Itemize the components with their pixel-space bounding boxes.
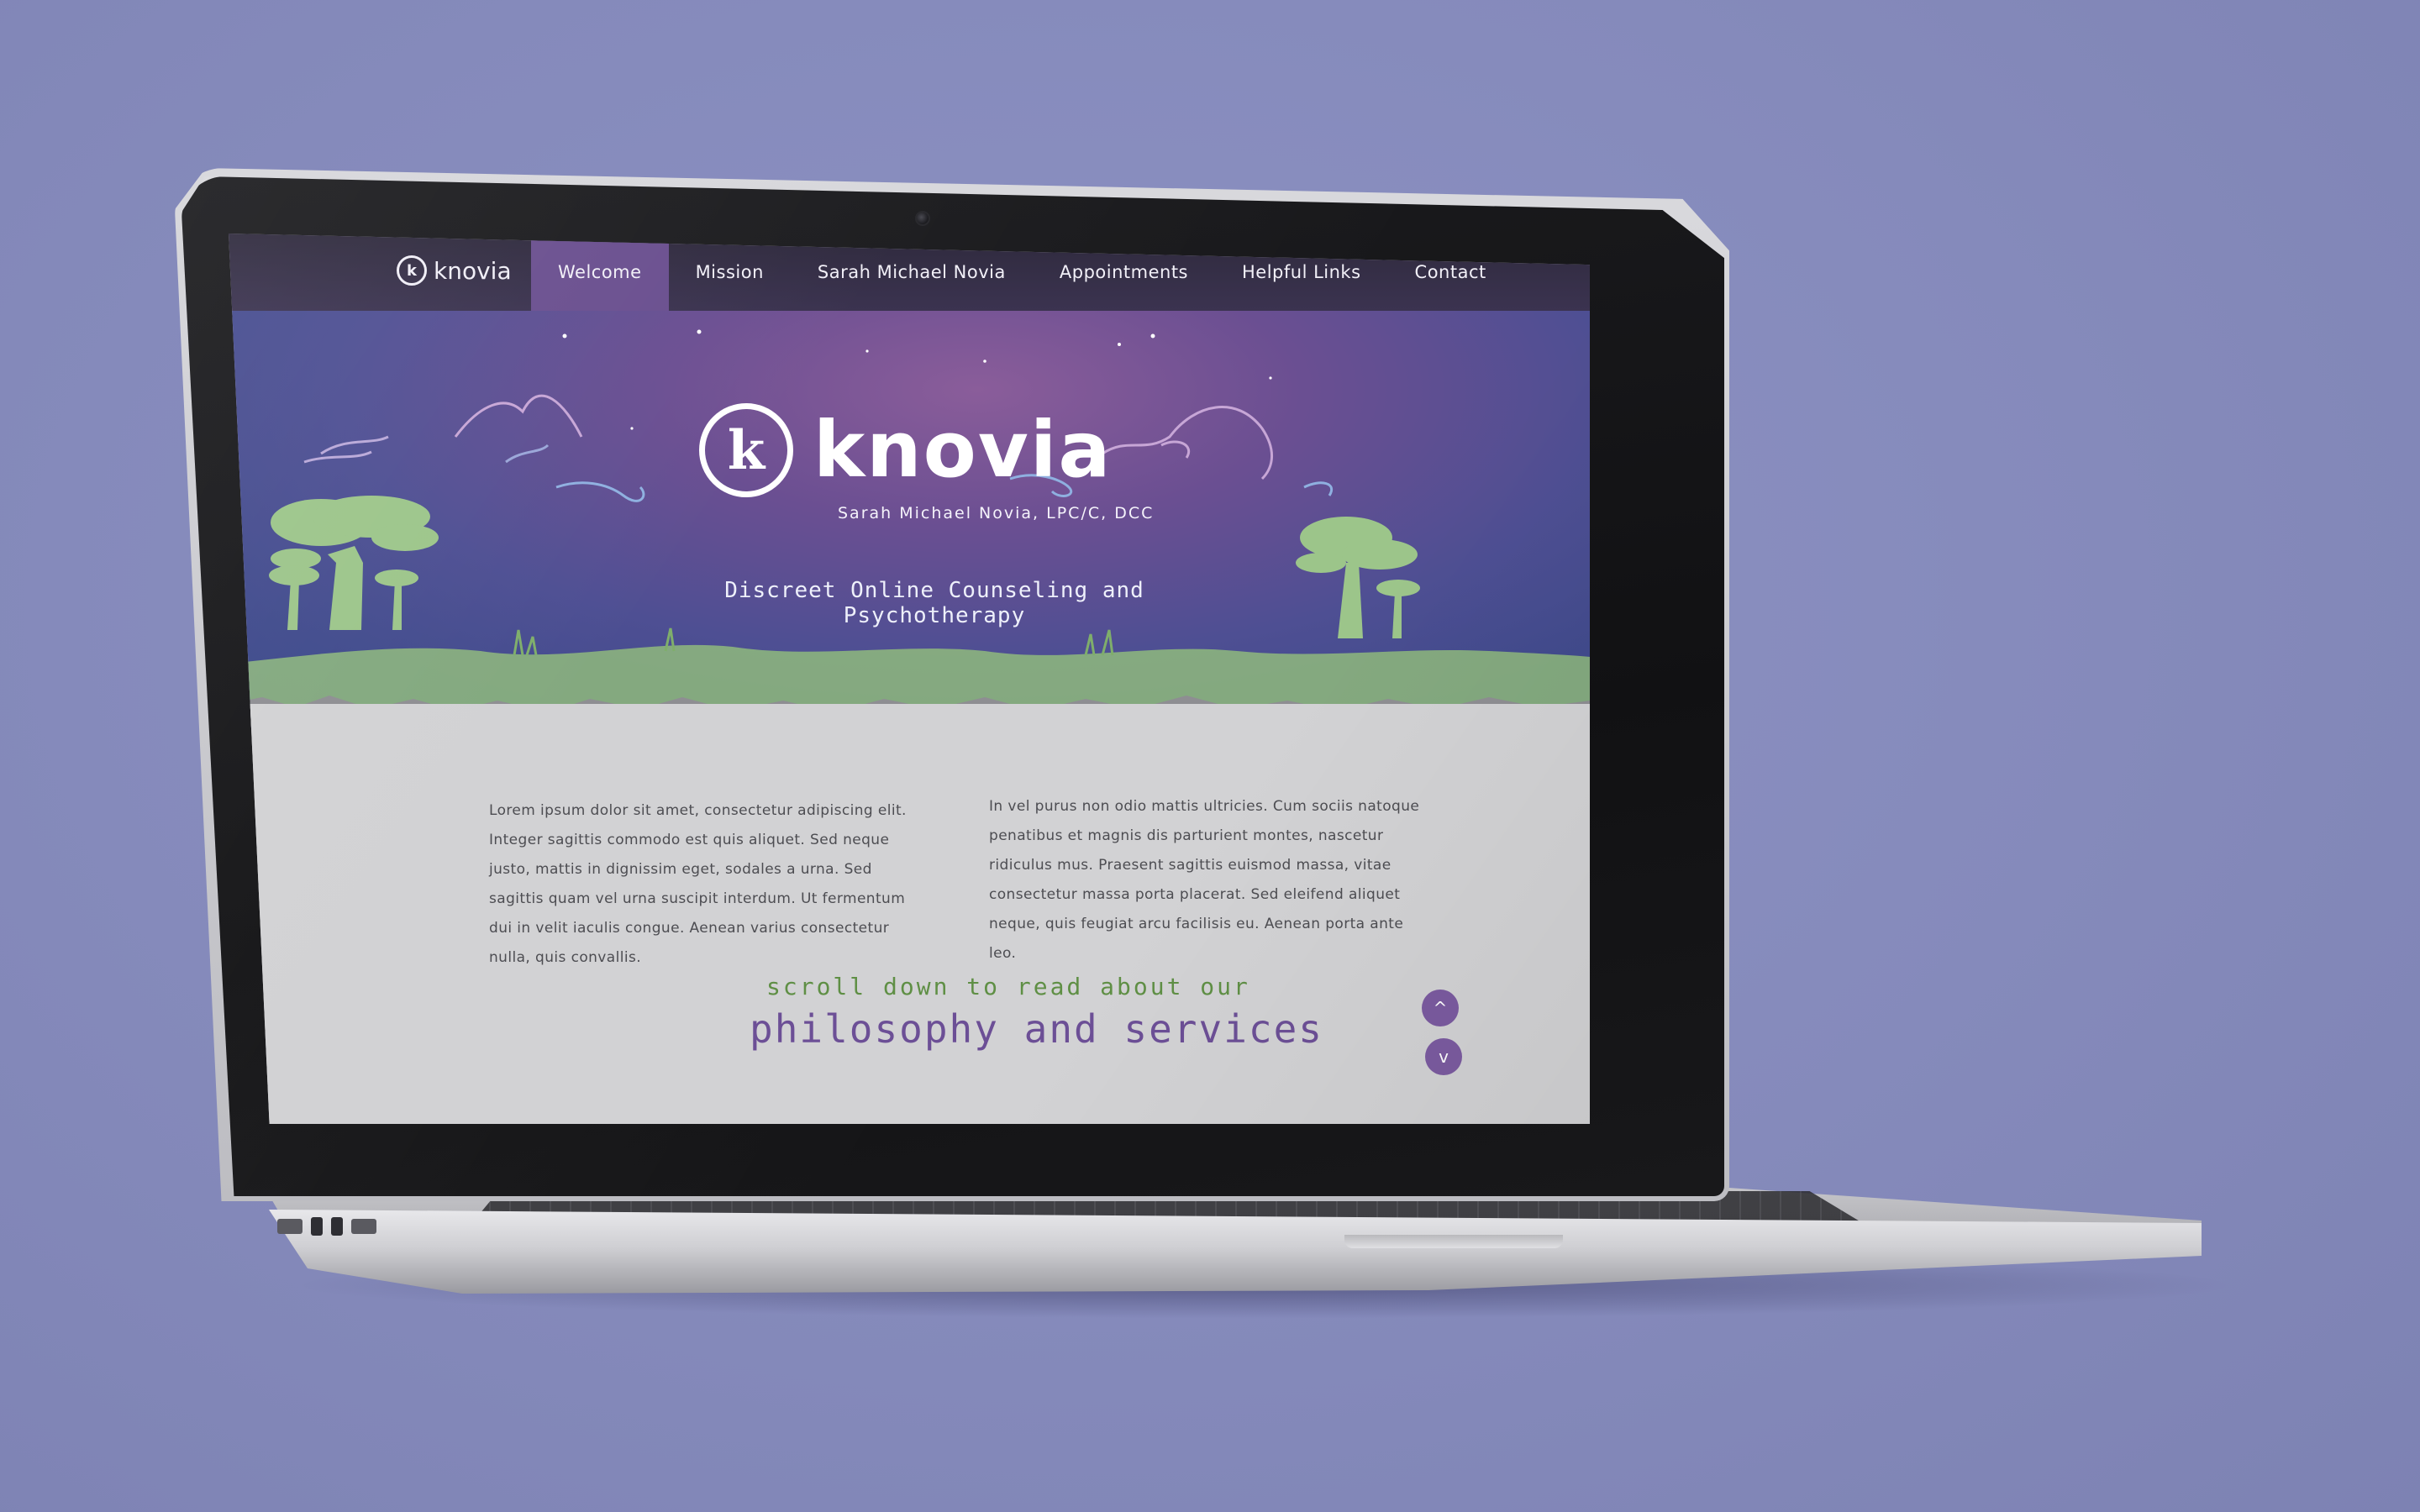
scroll-up-button[interactable]: ^ xyxy=(1422,990,1459,1026)
hero-subtitle: Sarah Michael Novia, LPC/C, DCC xyxy=(838,504,1155,522)
chevron-up-icon: ^ xyxy=(1433,998,1448,1018)
star-icon xyxy=(983,360,986,363)
laptop-ports xyxy=(277,1214,387,1239)
scroll-title[interactable]: philosophy and services xyxy=(750,1006,1338,1052)
star-icon xyxy=(630,427,634,430)
star-icon xyxy=(697,329,702,334)
intro-paragraph-left: Lorem ipsum dolor sit amet, consectetur … xyxy=(489,802,907,966)
knovia-logo-icon: k xyxy=(397,255,427,286)
star-icon xyxy=(1269,376,1272,380)
chevron-down-icon: v xyxy=(1439,1047,1449,1067)
star-icon xyxy=(865,349,869,353)
laptop-lid-notch xyxy=(1344,1235,1563,1248)
logo-letter: k xyxy=(727,418,765,482)
hero-wordmark: knovia xyxy=(813,405,1113,495)
knovia-logo-icon: k xyxy=(699,403,793,497)
star-icon xyxy=(1150,333,1155,339)
webcam-icon xyxy=(915,211,930,226)
scroll-hint: scroll down to read about our xyxy=(766,973,1250,1000)
intro-paragraph-right: In vel purus non odio mattis ultricies. … xyxy=(989,798,1420,962)
mockup-background: k knovia Sarah Michael Novia, LPC/C, DCC… xyxy=(0,0,2420,1512)
port-icon xyxy=(311,1217,323,1236)
nav-logo[interactable]: k knovia xyxy=(397,255,512,286)
nav-logo-text: knovia xyxy=(434,256,512,285)
tree-illustration-left xyxy=(269,496,439,630)
nav-item-welcome[interactable]: Welcome xyxy=(531,234,669,311)
port-icon xyxy=(277,1219,302,1234)
logo-letter: k xyxy=(407,261,417,280)
scroll-down-button[interactable]: v xyxy=(1425,1038,1462,1075)
star-icon xyxy=(1118,343,1121,346)
port-icon xyxy=(351,1219,376,1234)
laptop-screen: k knovia Sarah Michael Novia, LPC/C, DCC… xyxy=(229,234,1590,1124)
hero-logo: k knovia xyxy=(699,403,1112,497)
star-icon xyxy=(562,333,567,339)
hero-section: k knovia Sarah Michael Novia, LPC/C, DCC… xyxy=(229,311,1590,706)
website: k knovia Sarah Michael Novia, LPC/C, DCC… xyxy=(229,234,1590,1124)
hero-tagline: Discreet Online Counseling and Psychothe… xyxy=(724,578,1144,628)
port-icon xyxy=(331,1217,343,1236)
tree-illustration-right xyxy=(1296,517,1420,638)
